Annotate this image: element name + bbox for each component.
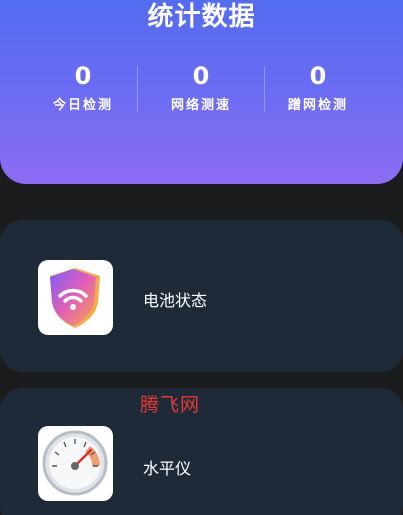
page: 统计数据 0 今日检测 0 网络测速 0 蹭网检测 电池状态 水平仪 腾飞网 — [0, 0, 403, 515]
stat-value: 0 — [309, 62, 327, 90]
stats-title: 统计数据 — [147, 2, 256, 32]
stat-freeloader-checks[interactable]: 0 蹭网检测 — [258, 62, 378, 113]
stat-today-checks[interactable]: 0 今日检测 — [23, 62, 143, 113]
wifi-shield-icon — [38, 260, 113, 335]
watermark-text: 腾飞网 — [140, 394, 201, 416]
stat-speed-tests[interactable]: 0 网络测速 — [141, 62, 261, 113]
feature-label: 水平仪 — [143, 459, 192, 478]
speedometer-icon — [38, 426, 113, 501]
stats-card: 统计数据 0 今日检测 0 网络测速 0 蹭网检测 — [0, 0, 403, 184]
stat-divider — [137, 66, 138, 112]
feature-label: 电池状态 — [143, 291, 208, 310]
feature-card-battery-status[interactable]: 电池状态 — [0, 220, 403, 372]
feature-card-level[interactable]: 水平仪 — [0, 388, 403, 515]
stat-label: 今日检测 — [52, 98, 113, 113]
stat-value: 0 — [192, 62, 210, 90]
stat-label: 网络测速 — [170, 98, 231, 113]
stat-label: 蹭网检测 — [287, 98, 348, 113]
stat-value: 0 — [74, 62, 92, 90]
